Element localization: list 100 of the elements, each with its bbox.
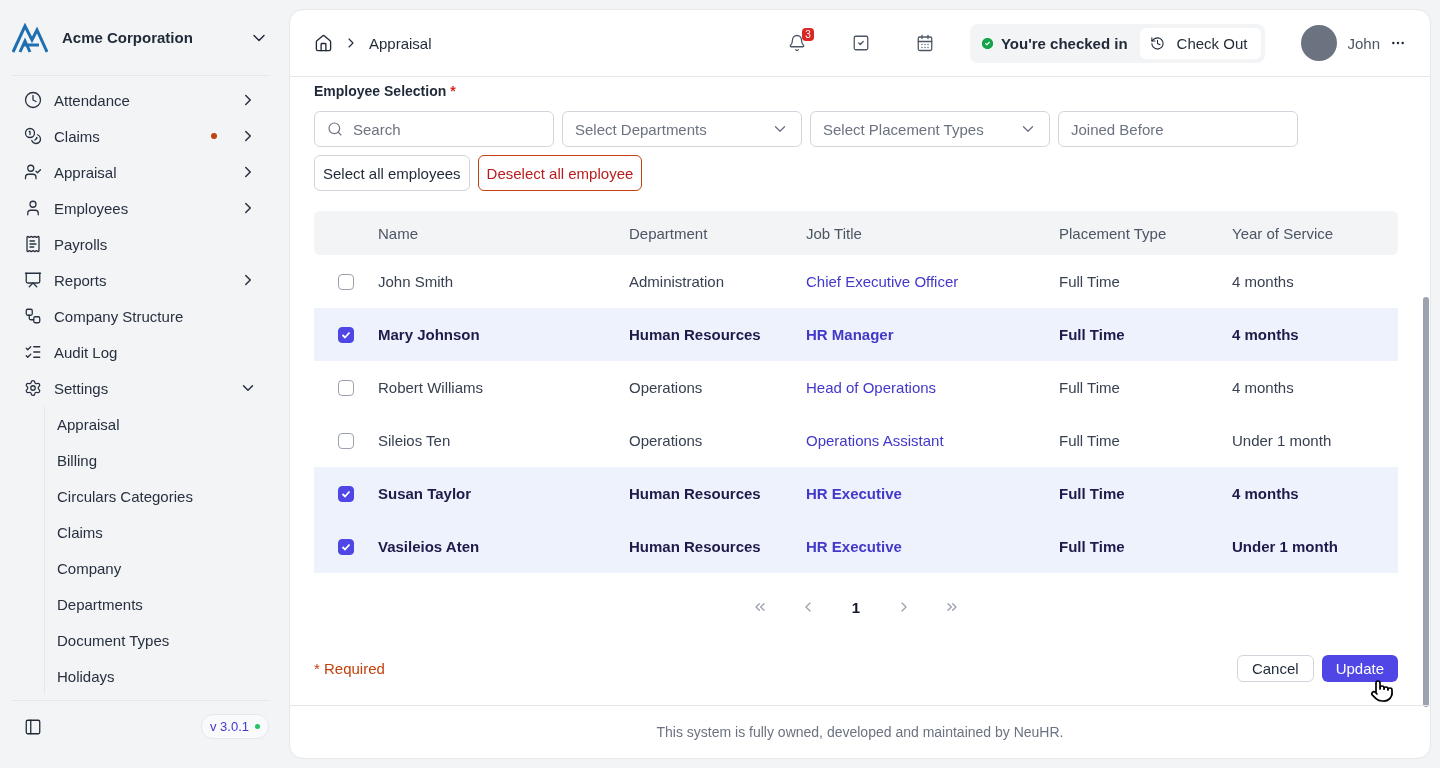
user-icon — [24, 199, 42, 217]
sidebar-subitem[interactable]: Holidays — [45, 658, 269, 694]
table-cell-text: Robert Williams — [378, 379, 484, 396]
column-header: Year of Service — [1232, 224, 1335, 242]
sidebar-item[interactable]: Reports — [12, 262, 269, 298]
row-checkbox[interactable] — [338, 326, 354, 343]
scrollbar[interactable] — [1423, 297, 1429, 707]
sidebar-item[interactable]: Appraisal — [12, 154, 269, 190]
settings-icon — [24, 379, 42, 397]
hierarchy-icon — [24, 307, 42, 325]
update-button[interactable]: Update — [1321, 655, 1398, 682]
select-field[interactable]: Select Placement Types — [810, 111, 1050, 147]
sidebar-subitem[interactable]: Billing — [45, 442, 269, 478]
sidebar-item[interactable]: Audit Log — [12, 334, 269, 370]
page-button[interactable]: 1 — [842, 593, 870, 621]
table-cell-text: Administration — [629, 273, 726, 290]
presentation-icon — [24, 271, 42, 289]
table-row[interactable]: Susan Taylor Human Resources HR Executive Full Time 4 months — [314, 467, 1398, 520]
column-header: Department — [629, 224, 709, 242]
avatar[interactable] — [1301, 25, 1338, 61]
table-cell-text: Under 1 month — [1232, 538, 1339, 555]
company-name: Acme Corporation — [62, 29, 194, 46]
checkmark-icon — [341, 541, 351, 552]
table-cell-text: Human Resources — [629, 326, 762, 343]
sidebar-item[interactable]: Company Structure — [12, 298, 269, 334]
job-title-link[interactable]: Operations Assistant — [806, 432, 1059, 449]
select-field[interactable]: Select Departments — [562, 111, 802, 147]
table-cell-text: 4 months — [1232, 485, 1300, 502]
sidebar-item[interactable]: Claims — [12, 118, 269, 154]
column-header: Job Title — [806, 224, 863, 242]
checkbox-icon — [851, 34, 870, 52]
table-cell-text: 4 months — [1232, 326, 1300, 343]
hand-cursor-icon — [1370, 679, 1394, 703]
checklist-icon — [24, 343, 42, 361]
job-title-link[interactable]: HR Executive — [806, 485, 1059, 502]
table-cell-text: Full Time — [1059, 273, 1121, 290]
check-out-button[interactable]: Check Out — [1139, 27, 1262, 59]
home-icon — [314, 33, 333, 53]
sidebar-item[interactable]: Payrolls — [12, 226, 269, 262]
sidebar-subitem[interactable]: Document Types — [45, 622, 269, 658]
checkin-status: You're checked in — [1000, 34, 1128, 52]
table-cell-text: Vasileios Aten — [378, 538, 481, 555]
checkmark-icon — [341, 329, 351, 340]
table-cell-text: Full Time — [1059, 432, 1121, 449]
select-button[interactable]: Select all employees — [314, 155, 470, 191]
table-cell-text: Mary Johnson — [378, 326, 481, 343]
clock-icon — [24, 91, 42, 109]
sidebar-item[interactable]: Attendance — [12, 82, 269, 118]
calendar-icon — [915, 34, 934, 52]
cancel-button[interactable]: Cancel — [1236, 655, 1314, 682]
sidebar-item[interactable]: Settings — [12, 370, 269, 406]
row-checkbox[interactable] — [338, 485, 354, 502]
column-header: Name — [378, 224, 419, 242]
sidebar-subitem[interactable]: Circulars Categories — [45, 478, 269, 514]
search-icon — [327, 121, 343, 137]
table-row[interactable]: Mary Johnson Human Resources HR Manager Full Time 4 months — [314, 308, 1398, 361]
logo-icon — [12, 22, 48, 53]
receipt-icon — [24, 235, 42, 253]
row-checkbox[interactable] — [338, 273, 354, 290]
check-circle-icon — [979, 35, 995, 51]
table-cell-text: Operations — [629, 379, 704, 396]
table-cell-text: Full Time — [1059, 485, 1126, 502]
required-note: * Required — [314, 660, 386, 677]
table-cell-text: Full Time — [1059, 379, 1121, 396]
row-checkbox[interactable] — [338, 379, 354, 396]
table-cell-text: Sileios Ten — [378, 432, 452, 449]
job-title-link[interactable]: HR Manager — [806, 326, 1059, 343]
notification-count: 3 — [802, 28, 814, 41]
sidebar-item[interactable]: Employees — [12, 190, 269, 226]
deselect-button[interactable]: Deselect all employee — [477, 155, 643, 191]
bell-icon — [787, 34, 806, 52]
clock-icon — [1149, 35, 1165, 51]
table-row[interactable]: Vasileios Aten Human Resources HR Executive Full Time Under 1 month — [314, 520, 1398, 573]
date-field[interactable]: Joined Before — [1058, 111, 1298, 147]
job-title-link[interactable]: HR Executive — [806, 538, 1059, 555]
table-cell-text: 4 months — [1232, 379, 1295, 396]
user-check-icon — [24, 163, 42, 181]
breadcrumb-link[interactable]: Appraisal — [369, 34, 432, 52]
sidebar-subitem[interactable]: Claims — [45, 514, 269, 550]
field-label: Employee Selection * — [314, 83, 457, 101]
search-field[interactable]: Search — [314, 111, 554, 147]
table-cell-text: Full Time — [1059, 326, 1126, 343]
checkmark-icon — [341, 488, 351, 499]
job-title-link[interactable]: Chief Executive Officer — [806, 273, 1059, 290]
row-checkbox[interactable] — [338, 432, 354, 449]
sidebar-subitem[interactable]: Appraisal — [45, 406, 269, 442]
sidebar-toggle-icon — [24, 717, 42, 736]
table-cell-text: Operations — [629, 432, 704, 449]
job-title-link[interactable]: Head of Operations — [806, 379, 1059, 396]
row-checkbox[interactable] — [338, 538, 354, 555]
table-cell-text: 4 months — [1232, 273, 1295, 290]
coin-icon — [24, 127, 42, 145]
table-cell-text: Under 1 month — [1232, 432, 1333, 449]
notification-button[interactable]: 3 — [781, 28, 812, 58]
sidebar-subitem[interactable]: Company — [45, 550, 269, 586]
table-cell-text: John Smith — [378, 273, 455, 290]
sidebar-subitem[interactable]: Departments — [45, 586, 269, 622]
version-badge: v 3.0.1 — [200, 714, 269, 739]
table-cell-text: Human Resources — [629, 538, 762, 555]
column-header: Placement Type — [1059, 224, 1168, 242]
